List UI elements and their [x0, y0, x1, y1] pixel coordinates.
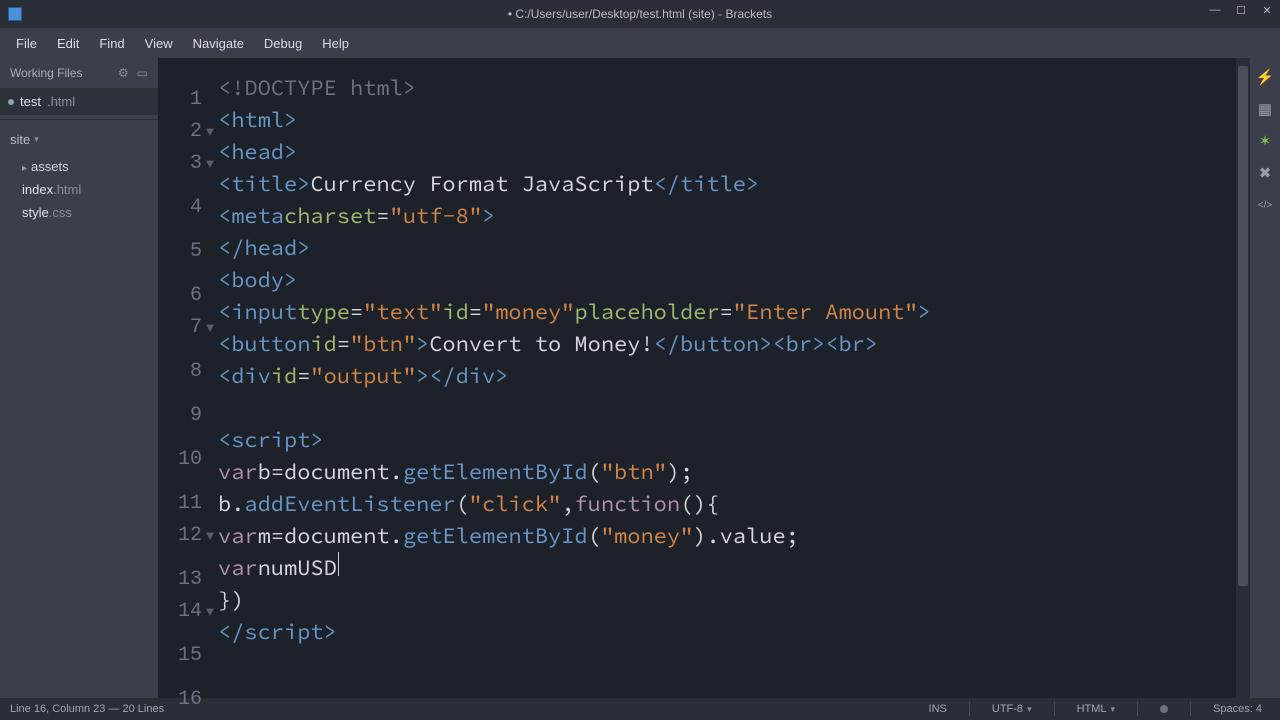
project-dropdown[interactable]: site ▾ — [0, 124, 158, 155]
sidebar-divider — [0, 119, 158, 120]
tools-icon[interactable]: ✖ — [1256, 164, 1274, 182]
status-insert-mode[interactable]: INS — [921, 703, 955, 715]
working-files-header: Working Files ⚙ ▭ — [0, 58, 158, 88]
window-controls: — ☐ ✕ — [1202, 0, 1280, 20]
sidebar: Working Files ⚙ ▭ test .html site ▾ asset… — [0, 58, 158, 698]
code-line[interactable]: <input type="text" id="money" placeholde… — [218, 296, 1250, 328]
code-line[interactable]: <!DOCTYPE html> — [218, 72, 1250, 104]
dirty-indicator-icon — [8, 99, 14, 105]
menu-view[interactable]: View — [135, 32, 183, 55]
file-ext: .html — [47, 94, 75, 109]
extensions-icon[interactable]: ▦ — [1256, 100, 1274, 118]
gear-icon[interactable]: ⚙ — [118, 66, 129, 80]
code-line[interactable] — [218, 392, 1250, 424]
code-area[interactable]: <!DOCTYPE html><html><head><title>Curren… — [218, 58, 1250, 698]
code-line[interactable]: <body> — [218, 264, 1250, 296]
status-encoding[interactable]: UTF-8 ▾ — [984, 703, 1040, 715]
code-line[interactable]: var m = document.getElementById("money")… — [218, 520, 1250, 552]
scrollbar-thumb[interactable] — [1238, 66, 1248, 586]
status-indentation[interactable]: Spaces: 4 — [1205, 703, 1270, 715]
menu-edit[interactable]: Edit — [47, 32, 89, 55]
code-line[interactable]: </script> — [218, 616, 1250, 648]
close-button[interactable]: ✕ — [1254, 0, 1280, 20]
code-line[interactable]: <meta charset="utf-8"> — [218, 200, 1250, 232]
code-line[interactable]: <head> — [218, 136, 1250, 168]
status-cursor-position[interactable]: Line 16, Column 23 — 20 Lines — [10, 703, 164, 715]
code-line[interactable]: </head> — [218, 232, 1250, 264]
code-line[interactable]: <html> — [218, 104, 1250, 136]
minimize-button[interactable]: — — [1202, 0, 1228, 20]
status-linting[interactable] — [1152, 705, 1176, 713]
code-line[interactable]: }) — [218, 584, 1250, 616]
code-line[interactable]: <title>Currency Format JavaScript</title… — [218, 168, 1250, 200]
chevron-down-icon: ▾ — [34, 134, 39, 145]
code-line[interactable]: b.addEventListener("click",function(){ — [218, 488, 1250, 520]
code-line[interactable]: var b = document.getElementById("btn"); — [218, 456, 1250, 488]
menu-file[interactable]: File — [6, 32, 47, 55]
plugin-icon[interactable]: ✶ — [1256, 132, 1274, 150]
app-icon — [8, 7, 22, 21]
menu-debug[interactable]: Debug — [254, 32, 312, 55]
window-title: • C:/Users/user/Desktop/test.html (site)… — [508, 7, 772, 21]
maximize-button[interactable]: ☐ — [1228, 0, 1254, 20]
menu-find[interactable]: Find — [89, 32, 134, 55]
code-line[interactable]: <button id="btn">Convert to Money!</butt… — [218, 328, 1250, 360]
live-preview-icon[interactable]: ⚡ — [1256, 68, 1274, 86]
vertical-scrollbar[interactable] — [1236, 58, 1250, 698]
menu-navigate[interactable]: Navigate — [183, 32, 254, 55]
split-view-icon[interactable]: ▭ — [137, 66, 148, 80]
project-label: site — [10, 132, 30, 147]
tree-folder[interactable]: assets — [0, 155, 158, 178]
menu-help[interactable]: Help — [312, 32, 359, 55]
menu-bar: FileEditFindViewNavigateDebugHelp — [0, 28, 1280, 58]
code-line[interactable]: <script> — [218, 424, 1250, 456]
working-file-item[interactable]: test .html — [0, 88, 158, 115]
working-files-label: Working Files — [10, 66, 82, 80]
line-number-gutter: 12▼3▼4567▼89101112▼1314▼15161718 — [158, 58, 218, 698]
tree-file[interactable]: index.html — [0, 178, 158, 201]
status-language-mode[interactable]: HTML ▾ — [1069, 703, 1123, 715]
window-titlebar: • C:/Users/user/Desktop/test.html (site)… — [0, 0, 1280, 28]
code-line[interactable]: <div id="output"></div> — [218, 360, 1250, 392]
code-line[interactable]: var numUSD — [218, 552, 1250, 584]
tree-file[interactable]: style.css — [0, 201, 158, 224]
right-toolbar: ⚡ ▦ ✶ ✖ </> — [1250, 58, 1280, 698]
editor[interactable]: 12▼3▼4567▼89101112▼1314▼15161718 <!DOCTY… — [158, 58, 1250, 698]
code-icon[interactable]: </> — [1256, 196, 1274, 214]
file-name: test — [20, 94, 41, 109]
